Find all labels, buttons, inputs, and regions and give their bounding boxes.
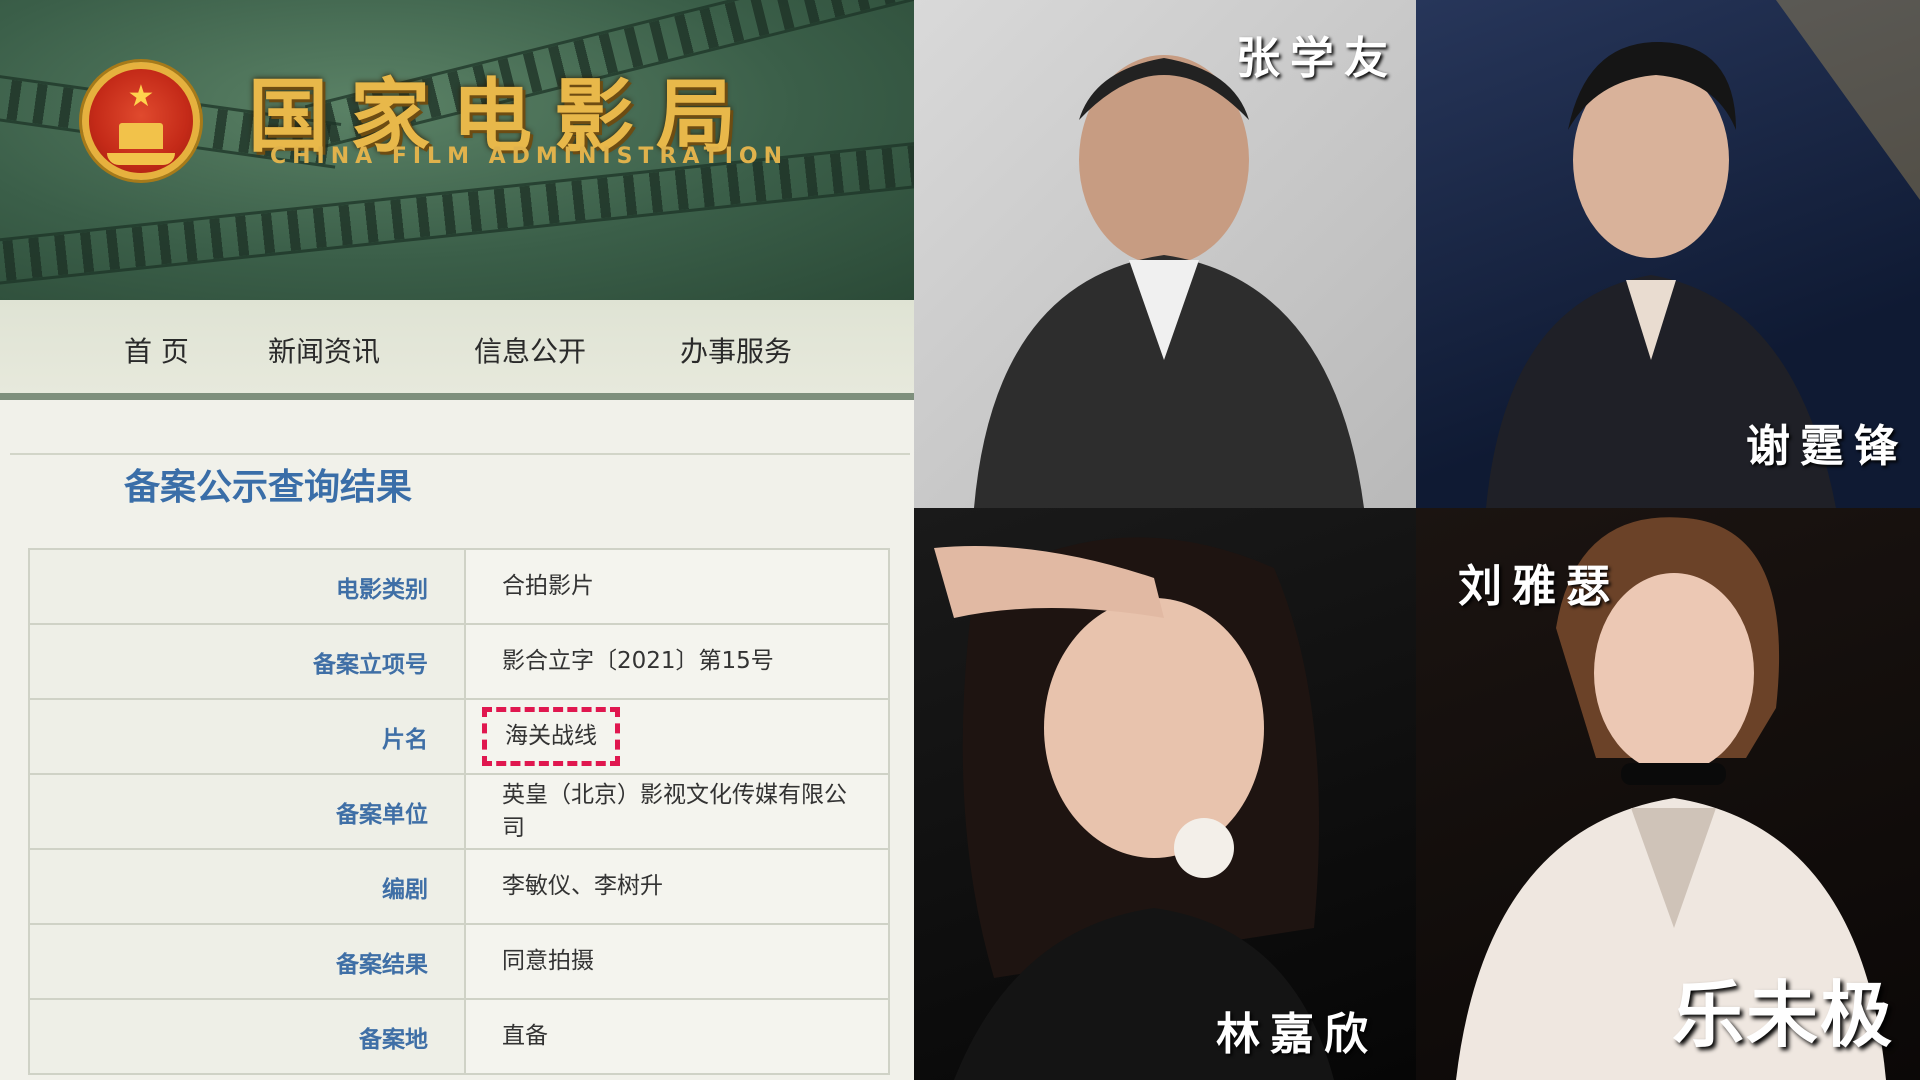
header-banner: ★ 国家电影局 CHINA FILM ADMINISTRATION [0, 0, 914, 300]
field-label: 备案结果 [28, 923, 466, 1000]
table-row: 备案结果 同意拍摄 [28, 923, 890, 1000]
record-panel: ★ 国家电影局 CHINA FILM ADMINISTRATION 首 页 新闻… [0, 0, 914, 1080]
cast-name: 刘雅瑟 [1458, 561, 1620, 612]
table-row: 电影类别 合拍影片 [28, 548, 890, 625]
field-label: 电影类别 [28, 548, 466, 625]
cast-photo: 谢霆锋 [1416, 0, 1920, 508]
field-label: 备案单位 [28, 773, 466, 850]
watermark: 乐未极 [1672, 973, 1895, 1057]
field-value: 英皇（北京）影视文化传媒有限公司 [464, 773, 890, 850]
nav-item-news[interactable]: 新闻资讯 [268, 330, 380, 370]
cast-name: 谢霆锋 [1746, 421, 1908, 472]
cast-name: 林嘉欣 [1216, 1009, 1378, 1060]
field-label: 备案立项号 [28, 623, 466, 700]
record-table: 电影类别 合拍影片 备案立项号 影合立字〔2021〕第15号 片名 海关战线 备… [28, 548, 890, 1075]
field-value: 李敏仪、李树升 [464, 848, 890, 925]
table-row: 编剧 李敏仪、李树升 [28, 848, 890, 925]
field-value-cell: 海关战线 [464, 698, 890, 775]
nav-item-home[interactable]: 首 页 [124, 330, 189, 370]
film-title-highlight: 海关战线 [482, 707, 620, 766]
field-value: 合拍影片 [464, 548, 890, 625]
nav-item-services[interactable]: 办事服务 [680, 330, 792, 370]
national-emblem-icon: ★ [82, 62, 200, 180]
cast-photo: 林嘉欣 [914, 508, 1416, 1080]
site-subtitle: CHINA FILM ADMINISTRATION [270, 144, 789, 169]
nav-item-disclosure[interactable]: 信息公开 [474, 330, 586, 370]
field-label: 编剧 [28, 848, 466, 925]
page-title: 备案公示查询结果 [124, 467, 413, 508]
table-row: 备案地 直备 [28, 998, 890, 1075]
field-value: 直备 [464, 998, 890, 1075]
field-label: 备案地 [28, 998, 466, 1075]
cast-photo: 张学友 [914, 0, 1416, 508]
main-nav: 首 页 新闻资讯 信息公开 办事服务 [0, 300, 914, 400]
field-value: 同意拍摄 [464, 923, 890, 1000]
field-value: 影合立字〔2021〕第15号 [464, 623, 890, 700]
table-row: 备案单位 英皇（北京）影视文化传媒有限公司 [28, 773, 890, 850]
table-row: 片名 海关战线 [28, 698, 890, 775]
portrait-silhouette-icon [934, 537, 1334, 1080]
cast-name: 张学友 [1236, 33, 1398, 84]
table-row: 备案立项号 影合立字〔2021〕第15号 [28, 623, 890, 700]
divider [10, 453, 910, 455]
field-label: 片名 [28, 698, 466, 775]
